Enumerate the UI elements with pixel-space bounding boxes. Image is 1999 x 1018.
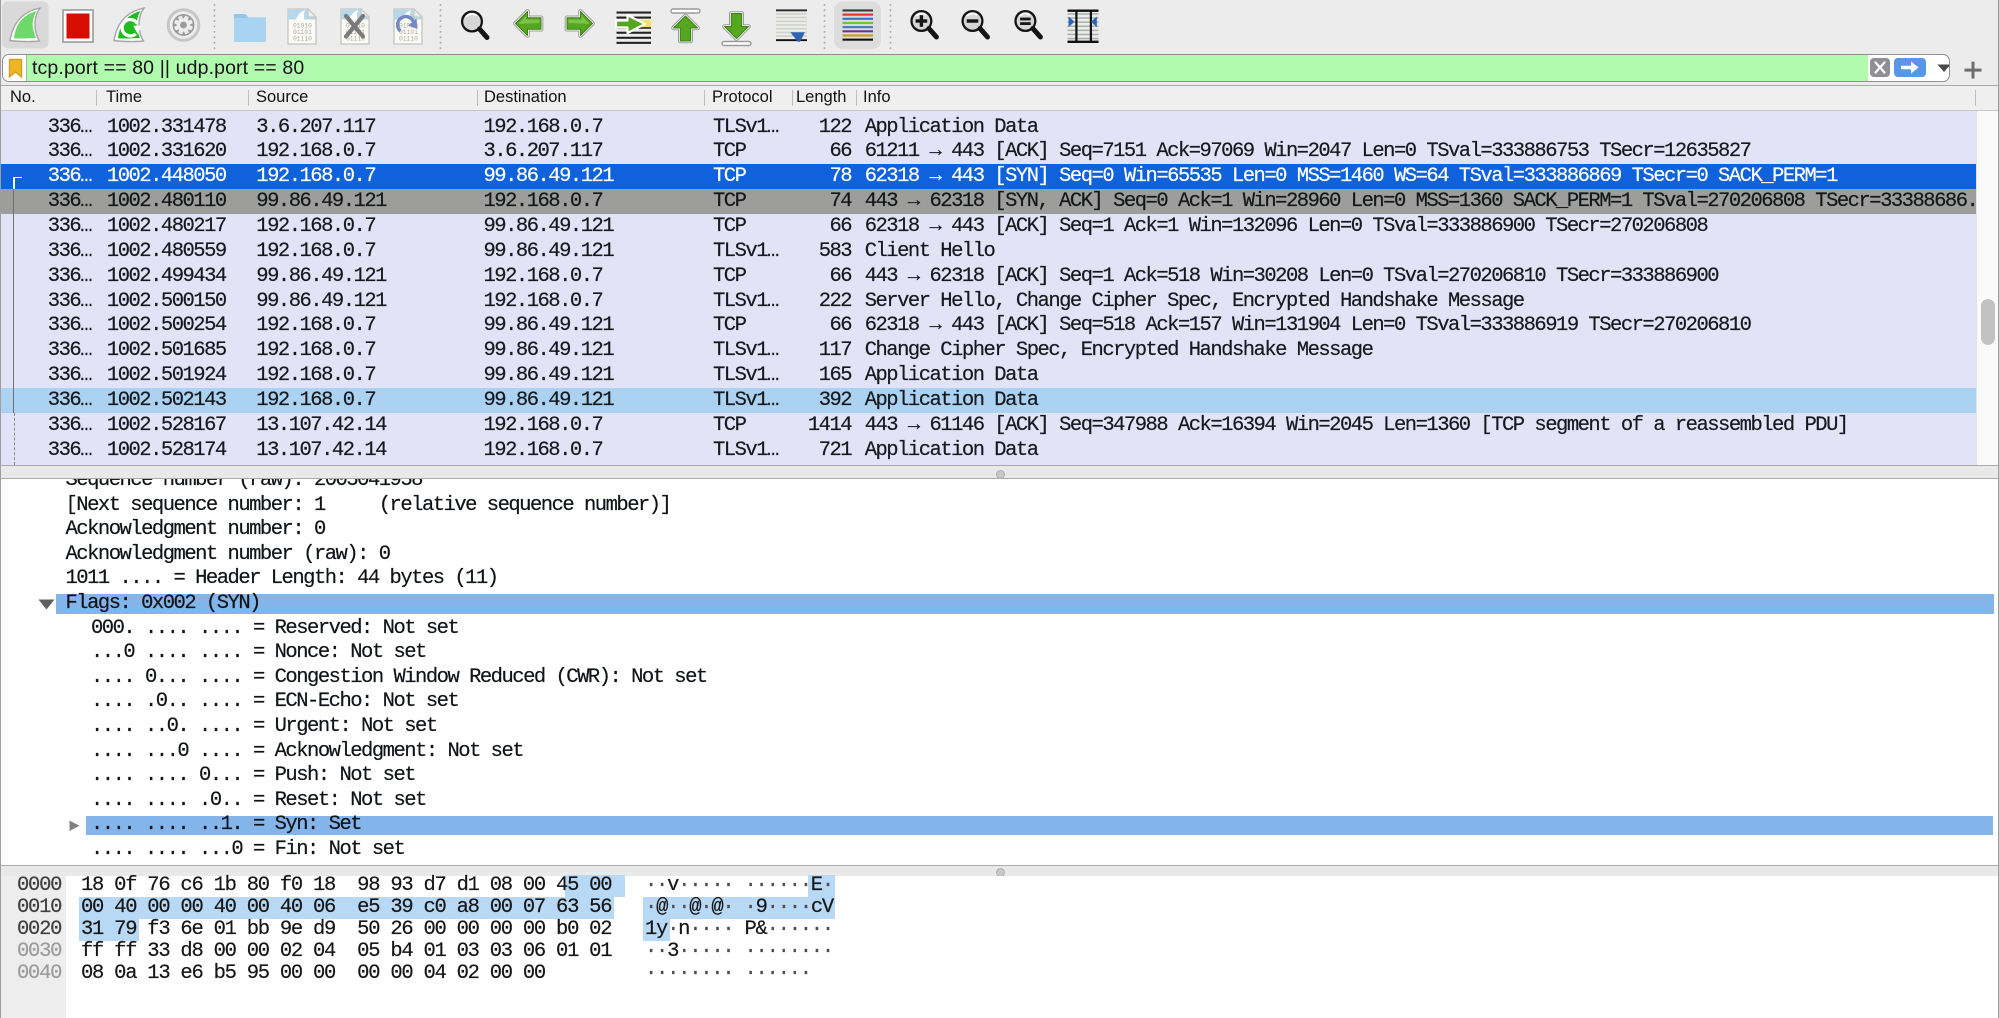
svg-text:01110: 01110 — [293, 36, 312, 43]
svg-text:01110: 01110 — [399, 36, 418, 43]
